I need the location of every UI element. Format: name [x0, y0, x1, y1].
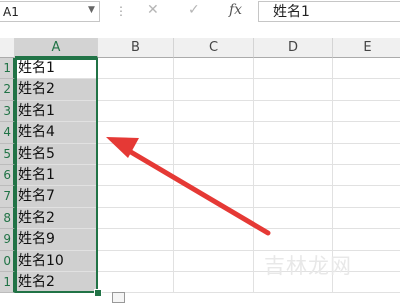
watermark: 吉林龙网	[264, 254, 352, 278]
